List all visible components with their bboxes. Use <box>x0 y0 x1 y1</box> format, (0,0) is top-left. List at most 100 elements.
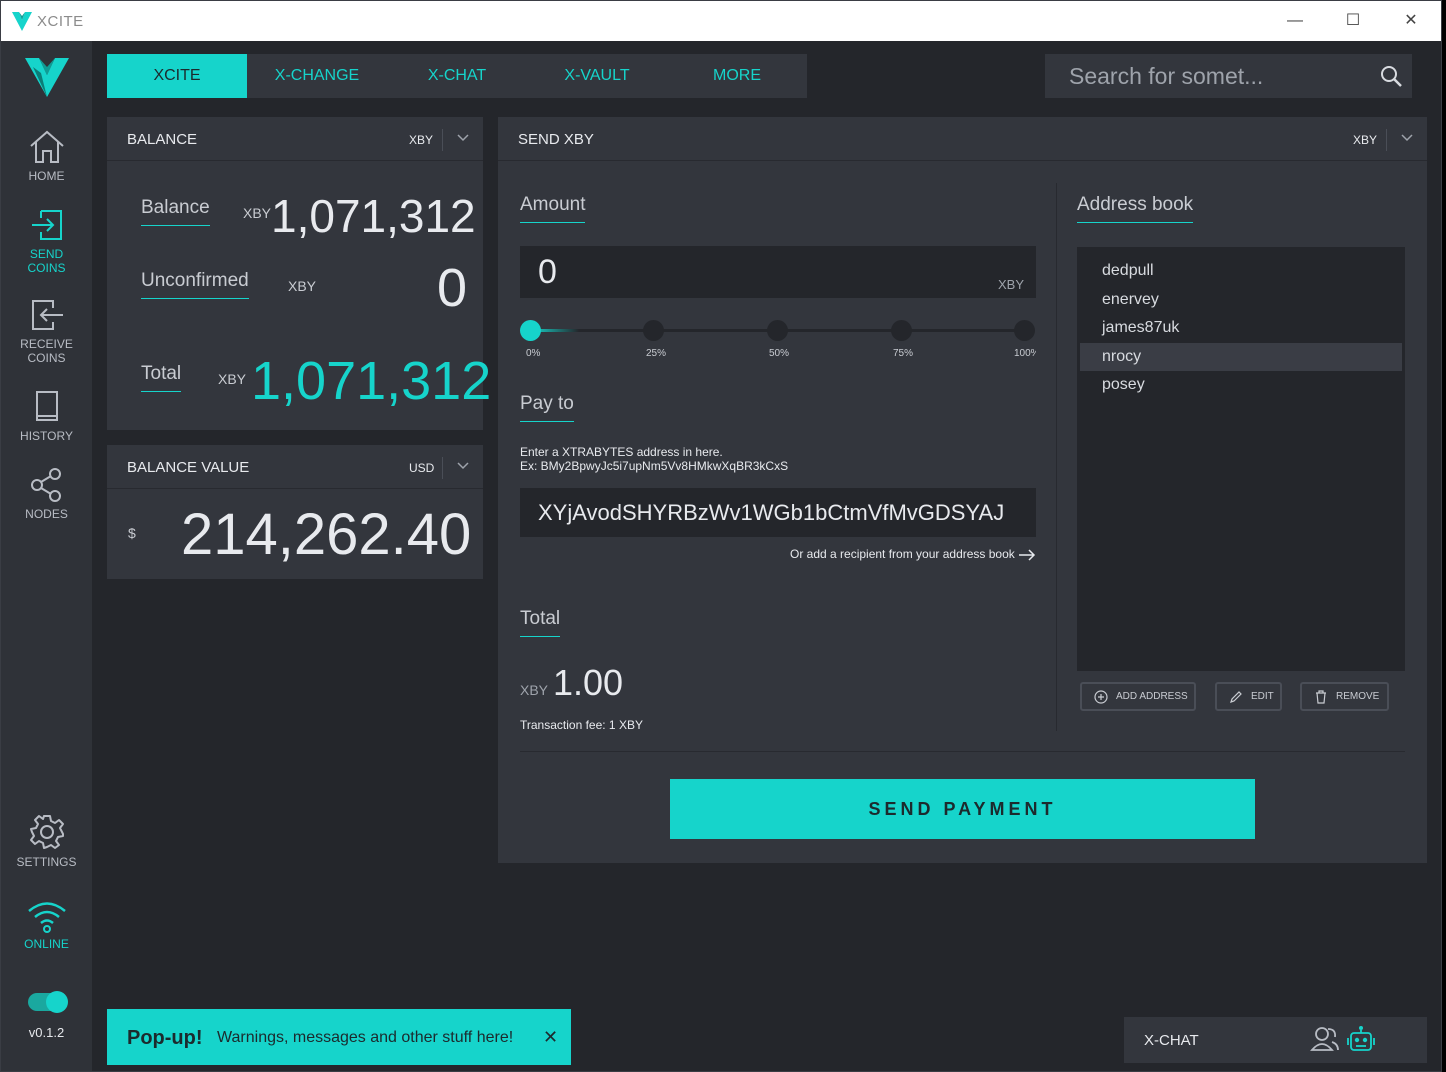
trash-icon <box>1316 690 1326 704</box>
panel-title: BALANCE <box>127 131 198 148</box>
unconfirmed-unit: XBY <box>288 278 317 294</box>
slider-label: 50% <box>769 348 790 359</box>
share-nodes-icon <box>30 468 61 502</box>
toggle-knob <box>46 991 68 1013</box>
amount-field: XBY <box>520 246 1036 298</box>
sidebar: HOME SEND COINS RECEIVE COINS HISTORY NO… <box>1 41 92 1071</box>
slider-handle[interactable] <box>520 320 541 341</box>
sidebar-item-label-2: COINS <box>27 351 66 365</box>
sidebar-item-settings[interactable]: SETTINGS <box>1 813 92 869</box>
send-payment-button[interactable]: SEND PAYMENT <box>670 779 1255 839</box>
sidebar-item-history[interactable]: HISTORY <box>1 389 92 443</box>
send-total-label: Total <box>520 608 561 637</box>
sidebar-item-home[interactable]: HOME <box>1 129 92 183</box>
popup-message: Warnings, messages and other stuff here! <box>217 1029 514 1046</box>
top-navigation: XCITE X-CHANGE X-CHAT X-VAULT MORE <box>107 54 807 98</box>
sidebar-item-label: HOME <box>28 169 65 183</box>
amount-label: Amount <box>520 194 586 223</box>
search-input[interactable] <box>1045 54 1365 98</box>
users-icon[interactable] <box>1310 1025 1340 1053</box>
sidebar-item-label-2: COINS <box>27 261 66 275</box>
divider <box>442 129 443 151</box>
minimize-button[interactable]: — <box>1281 7 1309 35</box>
remove-address-button[interactable]: REMOVE <box>1300 682 1389 711</box>
currency-selector-value[interactable]: XBY <box>1353 133 1377 147</box>
currency-selector-value[interactable]: XBY <box>409 133 433 147</box>
pencil-icon <box>1230 691 1242 703</box>
dollar-symbol: $ <box>128 525 136 541</box>
address-book-link-text: Or add a recipient from your address boo… <box>790 547 1015 561</box>
send-panel-header: SEND XBY XBY <box>498 117 1427 161</box>
sidebar-item-nodes[interactable]: NODES <box>1 467 92 521</box>
sidebar-item-label: NODES <box>25 507 68 521</box>
panel-title: SEND XBY <box>518 131 594 148</box>
unconfirmed-value: 0 <box>436 258 467 318</box>
sidebar-item-label: RECEIVE <box>20 337 73 351</box>
amount-input[interactable] <box>520 246 980 298</box>
list-item[interactable]: james87uk <box>1080 314 1402 343</box>
add-address-label: ADD ADDRESS <box>1116 691 1188 702</box>
currency-selector-value[interactable]: USD <box>409 461 434 475</box>
sidebar-item-label: HISTORY <box>20 429 73 443</box>
address-book-list: dedpull enervey james87uk nrocy posey <box>1077 247 1405 671</box>
list-item-selected[interactable]: nrocy <box>1080 342 1402 371</box>
slider-step-75[interactable] <box>891 320 912 341</box>
balance-value: 1,071,312 <box>271 190 476 242</box>
slider-step-50[interactable] <box>767 320 788 341</box>
home-icon <box>29 130 64 163</box>
tab-x-vault[interactable]: X-VAULT <box>527 54 667 98</box>
address-field <box>520 488 1036 537</box>
tab-xcite[interactable]: XCITE <box>107 54 247 98</box>
plus-circle-icon <box>1094 690 1108 704</box>
sidebar-item-receive-coins[interactable]: RECEIVE COINS <box>1 297 92 365</box>
edit-address-button[interactable]: EDIT <box>1215 682 1282 711</box>
edit-label: EDIT <box>1251 691 1274 702</box>
address-book-label: Address book <box>1077 194 1194 223</box>
slider-step-100[interactable] <box>1014 320 1035 341</box>
send-total-unit: XBY <box>520 682 549 698</box>
connection-status: ONLINE <box>1 899 92 951</box>
amount-unit: XBY <box>997 277 1024 292</box>
chevron-down-icon[interactable] <box>455 458 471 474</box>
close-window-button[interactable]: ✕ <box>1397 7 1425 35</box>
online-status-label: ONLINE <box>24 937 69 951</box>
list-item[interactable]: posey <box>1080 371 1402 400</box>
gear-icon <box>29 815 64 849</box>
search-icon[interactable] <box>1379 64 1403 88</box>
slider-label: 0% <box>526 348 541 359</box>
list-item[interactable]: dedpull <box>1080 257 1402 286</box>
title-bar: XCITE — ☐ ✕ <box>1 1 1441 41</box>
tab-x-chat[interactable]: X-CHAT <box>387 54 527 98</box>
balance-label: Balance <box>141 197 210 226</box>
chevron-down-icon[interactable] <box>455 130 471 146</box>
sidebar-item-label: SEND <box>29 247 64 261</box>
list-item[interactable]: enervey <box>1080 286 1402 315</box>
online-toggle[interactable] <box>28 991 68 1013</box>
app-window: XCITE — ☐ ✕ HOME SEND COINS RECEIVE COIN… <box>0 0 1442 1072</box>
tab-more[interactable]: MORE <box>667 54 807 98</box>
total-value: 1,071,312 <box>251 351 492 411</box>
xchat-bar[interactable]: X-CHAT <box>1124 1017 1427 1063</box>
total-unit: XBY <box>218 371 247 387</box>
unconfirmed-label: Unconfirmed <box>141 270 249 299</box>
sidebar-item-send-coins[interactable]: SEND COINS <box>1 207 92 275</box>
tab-x-change[interactable]: X-CHANGE <box>247 54 387 98</box>
xcite-logo-icon <box>12 12 32 31</box>
robot-icon[interactable] <box>1346 1025 1376 1053</box>
panel-title: BALANCE VALUE <box>127 459 250 476</box>
receive-coins-icon <box>31 300 63 330</box>
chevron-down-icon[interactable] <box>1399 130 1415 146</box>
maximize-button[interactable]: ☐ <box>1339 7 1367 35</box>
popup-close-button[interactable]: ✕ <box>543 1027 558 1048</box>
add-address-button[interactable]: ADD ADDRESS <box>1080 682 1196 711</box>
divider <box>442 457 443 479</box>
address-input[interactable] <box>520 488 1036 537</box>
slider-label: 25% <box>646 348 667 359</box>
notification-popup: Pop-up! Warnings, messages and other stu… <box>107 1009 571 1065</box>
vertical-divider <box>1056 183 1057 731</box>
xcite-brand-logo-icon <box>25 58 69 97</box>
balance-value-header: BALANCE VALUE USD <box>107 445 483 489</box>
address-book-link[interactable]: Or add a recipient from your address boo… <box>790 547 1036 561</box>
slider-step-25[interactable] <box>643 320 664 341</box>
pay-to-label: Pay to <box>520 393 574 422</box>
